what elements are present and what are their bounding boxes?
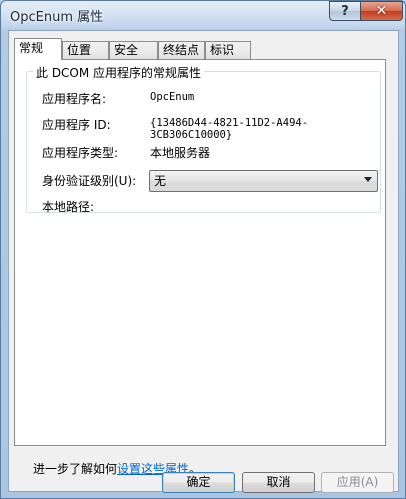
app-name-label: 应用程序名: — [42, 92, 107, 106]
ok-button[interactable]: 确定 — [162, 472, 235, 493]
auth-level-select[interactable]: 无 — [149, 170, 378, 192]
close-button[interactable]: ✕ — [360, 1, 403, 21]
properties-window: OpcEnum 属性 ? ✕ 常规 位置 安全 终结点 标识 此 DCOM 应用… — [0, 0, 406, 499]
tab-identity[interactable]: 标识 — [205, 41, 251, 59]
general-properties-group: 此 DCOM 应用程序的常规属性 应用程序名: OpcEnum 应用程序 ID:… — [26, 64, 381, 214]
help-icon: ? — [341, 3, 349, 19]
app-id-label: 应用程序 ID: — [42, 118, 111, 132]
auth-level-label: 身份验证级别(U): — [42, 174, 137, 188]
tab-security[interactable]: 安全 — [109, 41, 158, 59]
tab-label: 安全 — [114, 43, 139, 57]
tab-general[interactable]: 常规 — [14, 38, 62, 60]
auth-level-selected-value: 无 — [154, 174, 167, 188]
window-title: OpcEnum 属性 — [10, 10, 104, 25]
group-title: 此 DCOM 应用程序的常规属性 — [33, 64, 205, 81]
dialog-client-area: 常规 位置 安全 终结点 标识 此 DCOM 应用程序的常规属性 应用程序名: … — [8, 30, 400, 493]
tab-label: 常规 — [19, 41, 44, 55]
tab-endpoints[interactable]: 终结点 — [158, 41, 205, 59]
cancel-button[interactable]: 取消 — [242, 472, 315, 493]
app-type-value: 本地服务器 — [150, 146, 211, 160]
cancel-button-label: 取消 — [266, 475, 291, 489]
tab-label: 位置 — [67, 43, 92, 57]
tab-location[interactable]: 位置 — [62, 41, 109, 59]
local-path-label: 本地路径: — [42, 200, 95, 214]
tab-label: 终结点 — [163, 43, 200, 57]
title-bar[interactable]: OpcEnum 属性 ? ✕ — [1, 1, 405, 29]
help-button[interactable]: ? — [329, 1, 361, 21]
close-icon: ✕ — [375, 3, 388, 19]
tab-panel-general: 此 DCOM 应用程序的常规属性 应用程序名: OpcEnum 应用程序 ID:… — [14, 59, 386, 476]
app-id-value: {13486D44-4821-11D2-A494-3CB306C10000} — [150, 117, 309, 141]
tab-label: 标识 — [210, 43, 235, 57]
app-name-value: OpcEnum — [150, 91, 195, 103]
ok-button-label: 确定 — [186, 475, 211, 489]
apply-button-label: 应用(A) — [336, 475, 379, 489]
learn-more-prefix: 进一步了解如何 — [33, 462, 118, 476]
apply-button[interactable]: 应用(A) — [321, 472, 394, 493]
tab-strip: 常规 位置 安全 终结点 标识 — [9, 31, 400, 60]
chevron-down-icon — [364, 177, 372, 182]
app-type-label: 应用程序类型: — [42, 146, 119, 160]
